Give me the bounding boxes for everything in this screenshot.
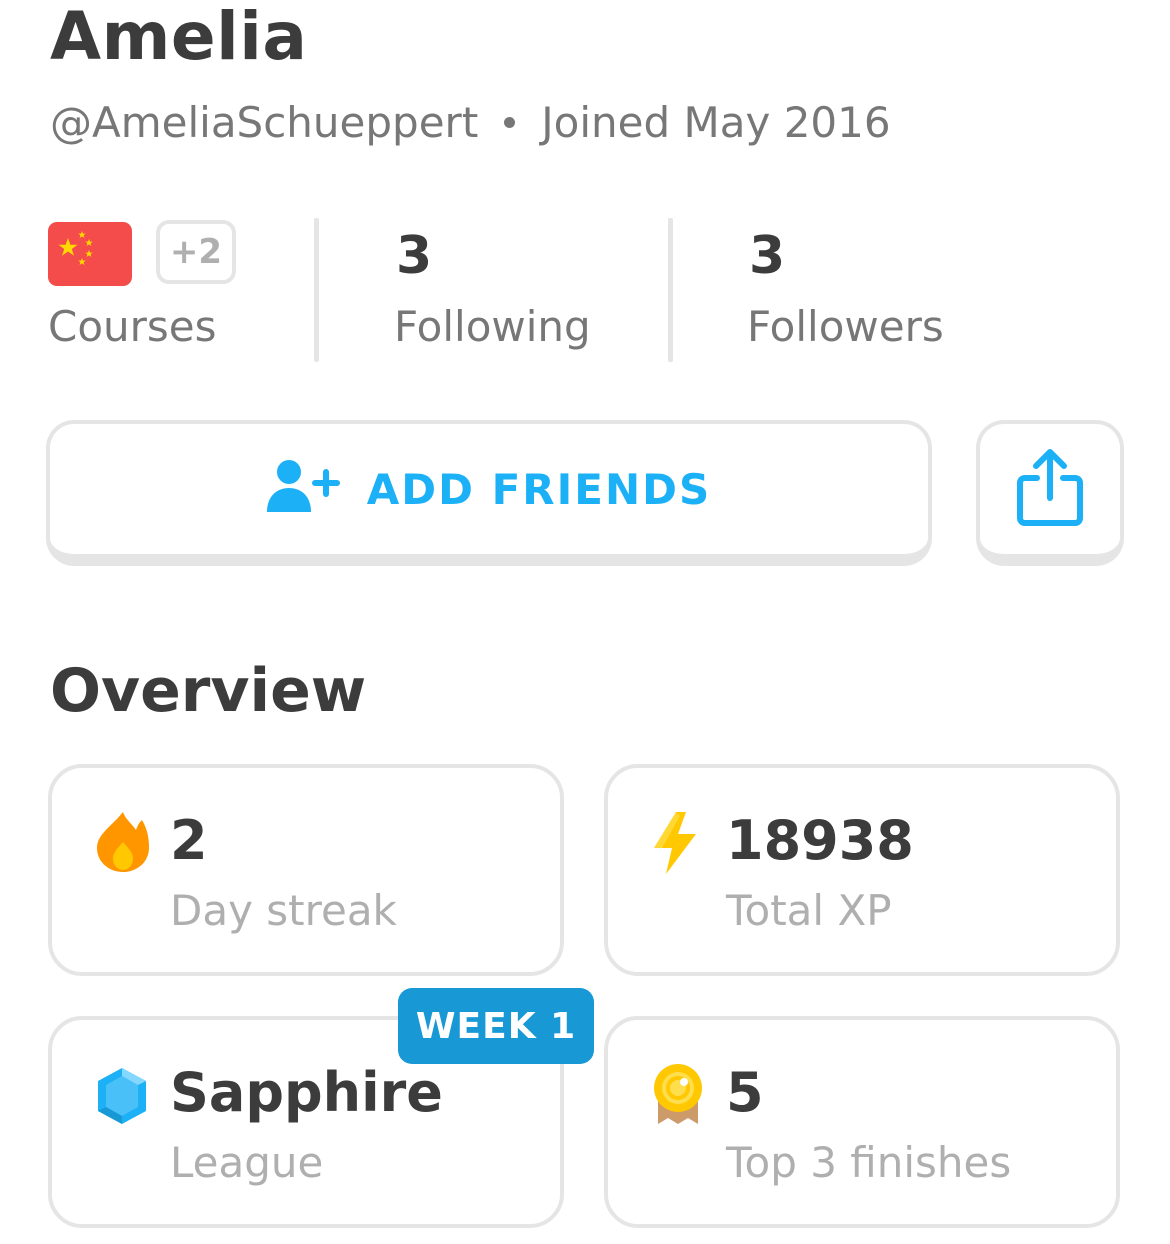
- streak-value: 2: [170, 809, 208, 872]
- stat-divider: [314, 218, 319, 362]
- league-caption: League: [170, 1138, 324, 1187]
- courses-label: Courses: [48, 302, 217, 351]
- top-finishes-caption: Top 3 finishes: [726, 1138, 1012, 1187]
- xp-card[interactable]: 18938 Total XP: [604, 764, 1120, 976]
- add-friends-button[interactable]: ADD FRIENDS: [46, 420, 932, 566]
- add-friends-label: ADD FRIENDS: [366, 464, 712, 514]
- followers-stat[interactable]: 3 Followers: [747, 218, 1047, 362]
- share-icon: [1017, 448, 1083, 530]
- flame-icon: [96, 810, 150, 878]
- profile-stats: +2 Courses 3 Following 3 Followers: [48, 218, 1128, 362]
- add-person-icon: [266, 458, 341, 520]
- week-badge: WEEK 1: [398, 988, 594, 1064]
- following-count: 3: [396, 226, 433, 286]
- sapphire-gem-icon: [96, 1066, 148, 1130]
- joined-date: Joined May 2016: [541, 98, 891, 147]
- lightning-icon: [650, 810, 700, 880]
- profile-name: Amelia: [50, 0, 308, 75]
- top-finishes-value: 5: [726, 1061, 764, 1124]
- streak-card[interactable]: 2 Day streak: [48, 764, 564, 976]
- following-stat[interactable]: 3 Following: [394, 218, 674, 362]
- courses-stat[interactable]: +2 Courses: [48, 218, 308, 362]
- more-courses-badge: +2: [156, 220, 236, 284]
- username: @AmeliaSchueppert: [50, 98, 479, 147]
- xp-caption: Total XP: [726, 886, 892, 935]
- separator-dot: [504, 117, 516, 128]
- followers-label: Followers: [747, 302, 944, 351]
- medal-icon: [652, 1062, 704, 1130]
- league-value: Sapphire: [170, 1061, 443, 1124]
- followers-count: 3: [749, 226, 786, 286]
- top-finishes-card[interactable]: 5 Top 3 finishes: [604, 1016, 1120, 1228]
- xp-value: 18938: [726, 809, 914, 872]
- profile-subline: @AmeliaSchueppert Joined May 2016: [50, 98, 891, 147]
- china-flag-icon: [48, 222, 132, 286]
- following-label: Following: [394, 302, 591, 351]
- streak-caption: Day streak: [170, 886, 397, 935]
- overview-heading: Overview: [50, 656, 367, 726]
- stat-divider: [668, 218, 673, 362]
- share-button[interactable]: [976, 420, 1124, 566]
